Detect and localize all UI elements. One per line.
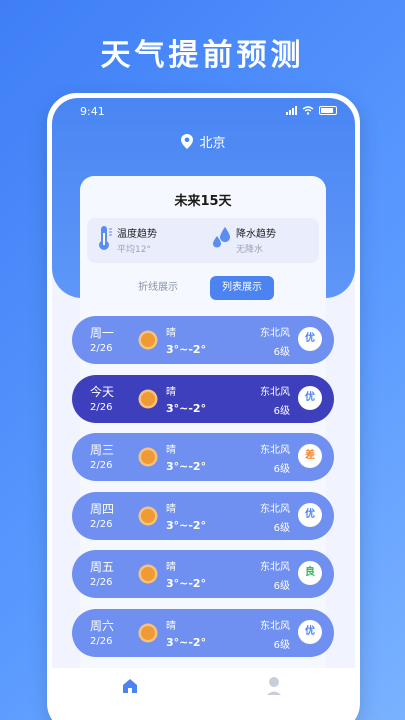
status-bar: 9:41: [52, 103, 355, 121]
aqi-badge: 优: [298, 619, 322, 644]
location-pin-icon: [181, 134, 194, 149]
day-wind-level: 6级: [273, 347, 290, 358]
day-condition: 晴: [166, 620, 176, 632]
temperature-trend-label: 温度趋势: [117, 229, 157, 240]
day-condition: 晴: [166, 503, 176, 515]
status-time: 9:41: [80, 105, 105, 118]
forecast-card: 未来15天 温度趋势 平均12° 降水趋势 无降水 折线展示 列表展示 周一 2…: [72, 176, 334, 720]
day-date: 2/26: [90, 518, 113, 530]
day-wind-level: 6级: [273, 522, 290, 534]
day-date: 2/26: [90, 401, 113, 413]
day-temperature: 3°~-2°: [166, 518, 207, 532]
day-name: 周一: [90, 326, 115, 340]
wifi-icon: [302, 106, 314, 115]
sun-icon: [138, 506, 158, 525]
day-row[interactable]: 今天 2/26 晴 3°~-2° 东北风 6级优: [72, 374, 334, 423]
day-condition: 晴: [166, 328, 176, 339]
tab-line-view[interactable]: 折线展示: [126, 276, 190, 300]
battery-icon: [319, 106, 337, 115]
day-temperature: 3°~-2°: [166, 460, 207, 473]
day-name: 今天: [90, 384, 115, 399]
day-wind-direction: 东北风: [260, 620, 290, 632]
day-wind-direction: 东北风: [260, 503, 290, 515]
day-wind-direction: 东北风: [260, 562, 290, 573]
day-row[interactable]: 周三 2/26 晴 3°~-2° 东北风 6级差: [72, 433, 334, 481]
temperature-trend-value: 平均12°: [117, 245, 151, 255]
day-row[interactable]: 周五 2/26 晴 3°~-2° 东北风 6级良: [72, 550, 334, 598]
day-date: 2/26: [90, 635, 113, 647]
sun-icon: [138, 564, 158, 584]
day-condition: 晴: [166, 562, 176, 573]
day-temperature: 3°~-2°: [166, 635, 207, 649]
home-icon[interactable]: [122, 678, 138, 694]
day-date: 2/26: [90, 577, 113, 588]
forecast-title: 未来15天: [174, 194, 232, 209]
phone-frame: 9:41 北京 未来15天 温度趋势 平均12° 降水趋势 无降水 折线展示 列…: [47, 93, 360, 720]
precipitation-trend-label: 降水趋势: [236, 229, 276, 240]
day-temperature: 3°~-2°: [166, 401, 207, 415]
precipitation-trend-value: 无降水: [236, 245, 264, 255]
signal-icon: [286, 106, 297, 115]
day-wind-direction: 东北风: [260, 328, 290, 339]
app-screen: 9:41 北京 未来15天 温度趋势 平均12° 降水趋势 无降水 折线展示 列…: [52, 98, 355, 720]
sun-icon: [138, 330, 158, 350]
aqi-badge: 差: [298, 444, 322, 468]
day-wind-level: 6级: [273, 581, 290, 592]
profile-icon[interactable]: [266, 676, 282, 696]
day-date: 2/26: [90, 343, 113, 354]
tab-list-view[interactable]: 列表展示: [210, 276, 274, 300]
precipitation-trend[interactable]: 降水趋势 无降水: [212, 225, 276, 255]
city-name: 北京: [199, 136, 226, 151]
status-icons: [286, 106, 337, 115]
day-row[interactable]: 周四 2/26 晴 3°~-2° 东北风 6级优: [72, 491, 334, 540]
day-row[interactable]: 周一 2/26 晴 3°~-2° 东北风 6级优: [72, 316, 334, 364]
view-toggle: 折线展示 列表展示: [80, 276, 326, 300]
location-selector[interactable]: 北京: [52, 132, 355, 151]
thermometer-icon: [99, 226, 112, 250]
day-date: 2/26: [90, 460, 113, 471]
day-temperature: 3°~-2°: [166, 577, 207, 590]
aqi-badge: 优: [298, 385, 322, 410]
day-wind-level: 6级: [273, 464, 290, 475]
aqi-badge: 优: [298, 502, 322, 527]
day-wind-level: 6级: [273, 405, 290, 417]
day-name: 周五: [90, 560, 115, 574]
day-row[interactable]: 周六 2/26 晴 3°~-2° 东北风 6级优: [72, 608, 334, 657]
temperature-trend[interactable]: 温度趋势 平均12°: [97, 225, 157, 255]
promo-title: 天气提前预测: [100, 38, 305, 73]
day-wind-level: 6级: [273, 639, 290, 651]
day-condition: 晴: [166, 445, 176, 456]
sun-icon: [138, 389, 158, 408]
trend-summary: 温度趋势 平均12° 降水趋势 无降水: [87, 218, 319, 263]
day-name: 周四: [90, 501, 115, 516]
bottom-nav: [52, 668, 355, 720]
raindrops-icon: [213, 227, 230, 248]
sun-icon: [138, 623, 158, 642]
day-wind-direction: 东北风: [260, 445, 290, 456]
aqi-badge: 优: [298, 327, 322, 351]
day-wind-direction: 东北风: [260, 386, 290, 398]
day-name: 周六: [90, 618, 115, 633]
day-name: 周三: [90, 443, 115, 457]
sun-icon: [138, 447, 158, 467]
aqi-badge: 良: [298, 561, 322, 585]
day-condition: 晴: [166, 386, 176, 398]
day-temperature: 3°~-2°: [166, 343, 207, 356]
